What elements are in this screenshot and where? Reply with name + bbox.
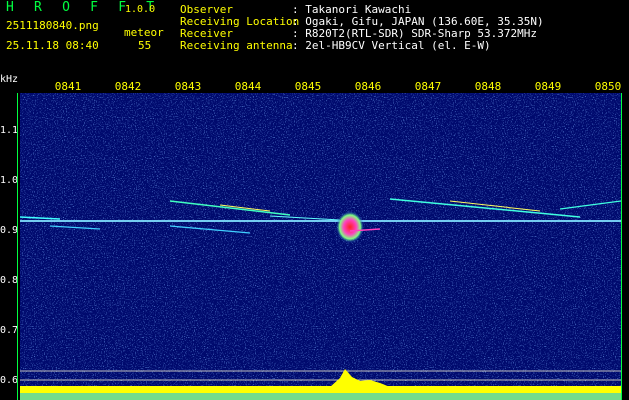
signal-floor bbox=[20, 393, 621, 400]
spectrogram bbox=[20, 93, 621, 400]
x-tick: 0850 bbox=[594, 80, 622, 93]
hrofft-window: H R O F F T 1.0.0 2511180840.png 25.11.1… bbox=[0, 0, 629, 400]
y-tick: 0.6 bbox=[0, 375, 19, 386]
y-tick: 1.1 bbox=[0, 125, 19, 136]
file-name: 2511180840.png bbox=[6, 19, 99, 32]
spectrogram-noise bbox=[20, 93, 621, 400]
y-tick: 1.0 bbox=[0, 175, 19, 186]
y-axis-unit: kHz bbox=[0, 74, 19, 85]
app-version: 1.0.0 bbox=[125, 4, 156, 15]
x-tick: 0844 bbox=[234, 80, 262, 93]
y-tick: 0.8 bbox=[0, 275, 19, 286]
y-tick: 0.7 bbox=[0, 325, 19, 336]
x-tick: 0842 bbox=[114, 80, 142, 93]
meteor-count: 55 bbox=[138, 39, 152, 52]
y-axis-line bbox=[17, 93, 18, 400]
x-tick: 0848 bbox=[474, 80, 502, 93]
x-tick: 0841 bbox=[54, 80, 82, 93]
antenna-label: Receiving antenna bbox=[180, 39, 293, 52]
x-tick: 0846 bbox=[354, 80, 382, 93]
right-border-line bbox=[621, 93, 622, 400]
x-tick: 0845 bbox=[294, 80, 322, 93]
timestamp: 25.11.18 08:40 bbox=[6, 39, 99, 52]
x-tick: 0849 bbox=[534, 80, 562, 93]
x-tick: 0847 bbox=[414, 80, 442, 93]
meteor-head-echo bbox=[336, 211, 364, 243]
x-tick: 0843 bbox=[174, 80, 202, 93]
antenna-value: : 2el-HB9CV Vertical (el. E-W) bbox=[292, 39, 491, 52]
meteor-label: meteor bbox=[124, 26, 164, 39]
y-tick: 0.9 bbox=[0, 225, 19, 236]
